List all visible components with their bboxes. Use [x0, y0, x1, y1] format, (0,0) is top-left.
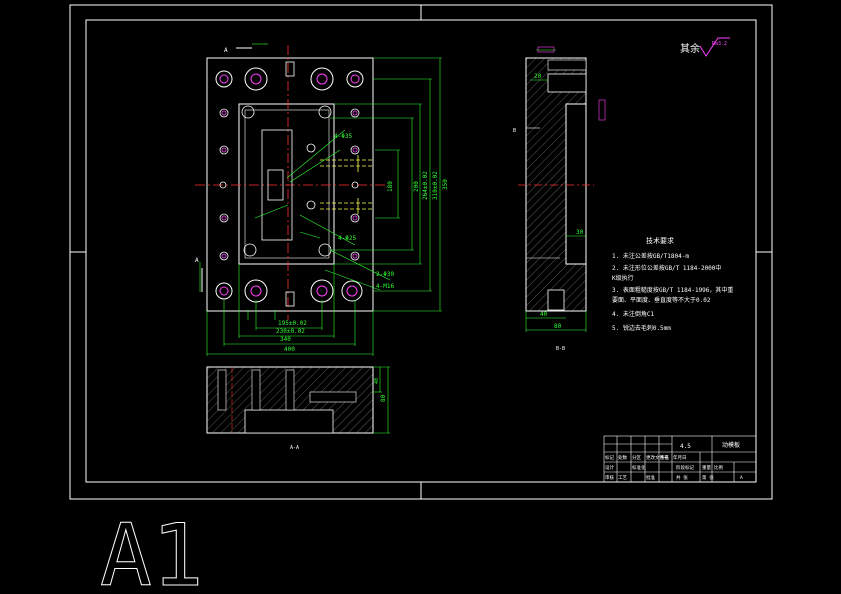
tb-r4-5: 第 张	[702, 474, 714, 481]
bottom-section-view: 80 40 A-A	[206, 366, 390, 451]
note-4: 4. 未注倒角C1	[612, 310, 654, 318]
tb-h0: 标记	[605, 454, 614, 461]
dim-width-tol2: 195±0.02	[278, 320, 307, 327]
tb-h5: 年月日	[673, 454, 687, 461]
bottom-view-label: A-A	[290, 445, 299, 451]
note-2: 2. 未注形位公差按GB/T 1184-2000中	[612, 264, 721, 272]
plan-view: 350 310±0.02 264±0.02 200 180 400 340 23…	[195, 43, 449, 356]
tb-h2: 分区	[632, 454, 641, 461]
roughness-value: Ra3.2	[712, 41, 727, 47]
note-3b: 要面、平面度、垂直度等不大于0.02	[612, 296, 711, 304]
cad-drawing-canvas: 其余 Ra3.2 350 310±0.02 264±0.02 200 180 4…	[69, 4, 773, 594]
side-section-view: 80 40 30 20 B B-B	[513, 46, 606, 352]
plan-dimensions	[199, 43, 442, 356]
side-view-label: B-B	[556, 346, 565, 352]
tb-r2-6: 比例	[714, 464, 723, 471]
dim-overall-width: 400	[284, 346, 295, 353]
tb-r4-0: 工艺	[618, 475, 627, 481]
dim-height-a: 310±0.02	[432, 171, 439, 200]
section-dim-height: 80	[380, 394, 387, 402]
notes-title: 技术要求	[646, 236, 674, 245]
tb-h4: 签名	[660, 454, 669, 461]
leader-hole3: 2-Φ30	[376, 271, 394, 278]
tb-r2-0: 设计	[605, 464, 614, 471]
tb-h1: 处数	[618, 454, 627, 461]
side-dim-top: 20	[534, 73, 542, 80]
dim-height-c: 200	[413, 181, 420, 192]
technical-notes: 技术要求 1. 未注公差按GB/T1804-m 2. 未注形位公差按GB/T 1…	[612, 236, 733, 332]
leader-hole1: 4-Φ35	[334, 133, 352, 140]
side-dim-r: 30	[576, 229, 584, 236]
note-3: 3. 表面粗糙度按GB/T 1184-1996，其中重	[612, 286, 733, 294]
sheet-size-label: A1	[100, 506, 204, 594]
leader-hole2: 4-Φ25	[338, 235, 356, 242]
dim-width-small: 180	[387, 181, 394, 192]
side-dim-inner: 40	[540, 311, 548, 318]
section-marker-a-bottom: A	[195, 257, 199, 264]
dim-height-b: 264±0.02	[422, 171, 429, 200]
tb-scale: 4.5	[680, 443, 691, 450]
tb-r3-0: 审核	[605, 474, 614, 481]
section-marker-a-top: A	[224, 47, 228, 54]
note-2b: K级执行	[612, 274, 634, 282]
dim-overall-height: 350	[442, 179, 449, 190]
dim-width-tol1: 230±0.02	[276, 328, 305, 335]
cooling-channels	[320, 155, 372, 214]
tb-part-name: 动模板	[722, 441, 740, 449]
section-marker-b: B	[513, 128, 516, 134]
note-5: 5. 锐边去毛刺0.5mm	[612, 324, 671, 332]
tb-r2-5: 重量	[702, 464, 711, 471]
tb-r4-2: 批准	[646, 474, 655, 481]
section-dim-inner: 40	[374, 378, 380, 384]
side-dim-width: 80	[554, 323, 562, 330]
dim-inner-width: 340	[280, 336, 291, 343]
tb-r4-6: A	[740, 475, 743, 481]
roughness-label: 其余	[680, 42, 700, 55]
tb-r2-4: 阶段标记	[676, 464, 694, 471]
roughness-symbol: 其余 Ra3.2	[680, 37, 730, 57]
tb-r2-2: 标准化	[632, 464, 646, 471]
note-1: 1. 未注公差按GB/T1804-m	[612, 252, 689, 260]
tb-r4-4: 共 张	[676, 474, 688, 481]
leader-hole4: 4-M16	[376, 283, 394, 290]
